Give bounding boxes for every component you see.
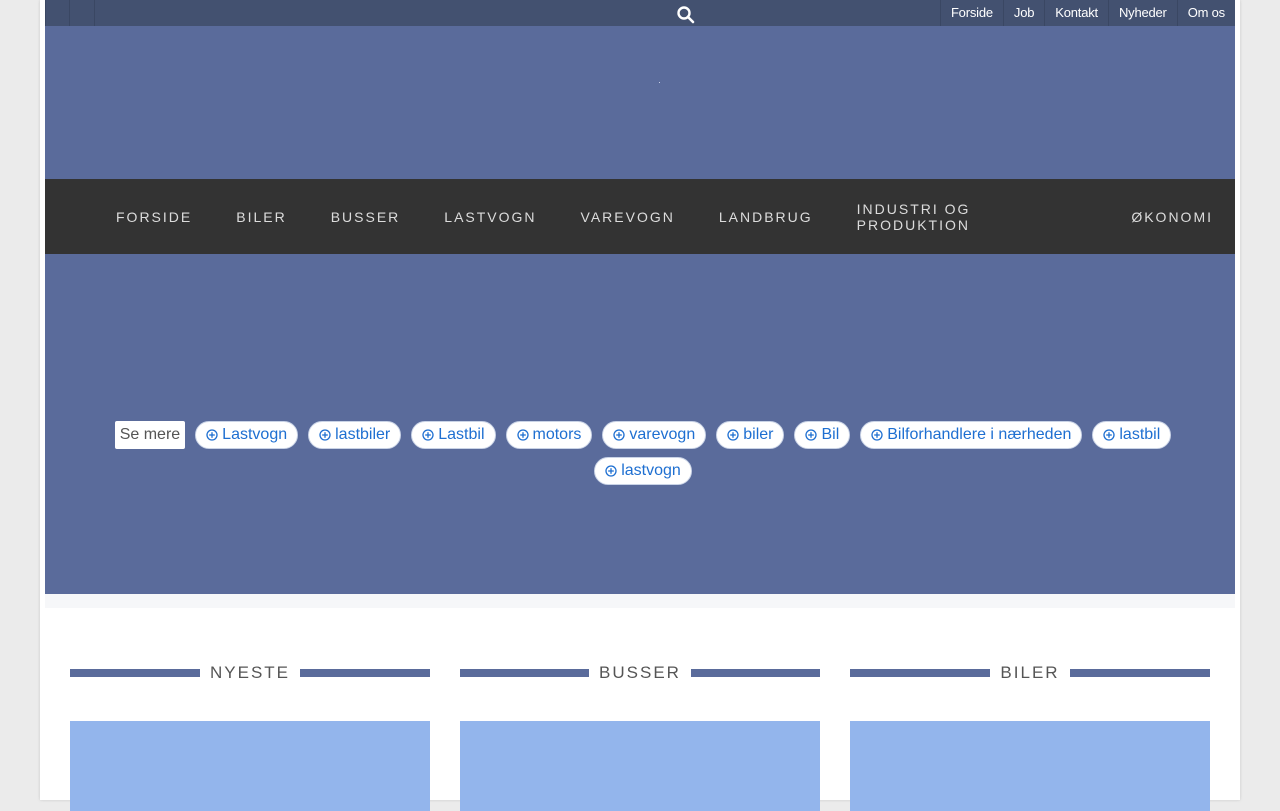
main-navigation: FORSIDE BILER BUSSER LASTVOGN VAREVOGN L…	[45, 170, 1235, 254]
tag-label: varevogn	[629, 426, 696, 443]
tag-label: Lastvogn	[222, 426, 288, 443]
plus-circle-icon	[1103, 429, 1116, 441]
topbar-divider	[45, 0, 46, 26]
plus-circle-icon	[319, 429, 331, 441]
tag-chip[interactable]: lastbiler	[308, 421, 402, 449]
nav-item-landbrug[interactable]: LANDBRUG	[697, 209, 835, 225]
tag-section: Se mere Lastvogn lastbiler Lastbil motor…	[45, 254, 1235, 594]
tag-chip[interactable]: biler	[716, 421, 785, 449]
see-more-label: Se mere	[114, 421, 186, 449]
article-thumbnail[interactable]	[850, 721, 1210, 811]
nav-item-forside[interactable]: FORSIDE	[94, 170, 214, 225]
tag-chip[interactable]: Bilforhandlere i nærheden	[860, 421, 1083, 449]
tag-list: Se mere Lastvogn lastbiler Lastbil motor…	[93, 421, 1193, 485]
article-thumbnail[interactable]	[460, 721, 820, 811]
site-header	[45, 26, 1235, 179]
heading-bar	[1066, 669, 1210, 677]
column-heading: BUSSER	[460, 660, 820, 686]
heading-bar	[70, 669, 205, 677]
heading-bar	[460, 669, 594, 677]
plus-circle-icon	[871, 429, 883, 441]
tag-label: lastbiler	[335, 426, 391, 443]
top-links: Forside Job Kontakt Nyheder Om os	[939, 0, 1235, 26]
nav-item-busser[interactable]: BUSSER	[309, 209, 423, 225]
header-logo-placeholder	[659, 82, 660, 83]
nav-item-lastvogn[interactable]: LASTVOGN	[422, 209, 558, 225]
tag-label: biler	[743, 426, 774, 443]
article-thumbnail[interactable]	[70, 721, 430, 811]
top-link-job[interactable]: Job	[1002, 0, 1044, 26]
top-link-om-os[interactable]: Om os	[1176, 0, 1235, 26]
plus-circle-icon	[206, 429, 218, 441]
tag-chip[interactable]: varevogn	[602, 421, 707, 449]
column-heading: NYESTE	[70, 660, 430, 686]
plus-circle-icon	[613, 429, 626, 441]
column-title: BUSSER	[589, 663, 691, 683]
tag-chip[interactable]: motors	[505, 421, 593, 449]
column-nyeste: NYESTE	[70, 660, 430, 811]
top-link-forside[interactable]: Forside	[939, 0, 1003, 26]
top-bar: Forside Job Kontakt Nyheder Om os	[45, 0, 1235, 26]
tag-label: Bilforhandlere i nærheden	[887, 426, 1072, 443]
nav-item-industri[interactable]: INDUSTRI OG PRODUKTION	[835, 201, 1110, 233]
plus-circle-icon	[422, 429, 434, 441]
tag-label: motors	[532, 426, 582, 443]
tag-chip[interactable]: Lastbil	[411, 421, 496, 449]
column-heading: BILER	[850, 660, 1210, 686]
tag-chip[interactable]: Bil	[794, 421, 851, 449]
search-icon[interactable]	[676, 5, 696, 25]
plus-circle-icon	[805, 429, 818, 441]
column-biler: BILER	[850, 660, 1210, 811]
tag-chip[interactable]: lastbil	[1092, 421, 1172, 449]
section-divider-strip	[45, 594, 1235, 608]
nav-item-biler[interactable]: BILER	[214, 209, 308, 225]
heading-bar	[296, 669, 430, 677]
tag-label: Bil	[821, 426, 840, 443]
top-link-nyheder[interactable]: Nyheder	[1107, 0, 1177, 26]
plus-circle-icon	[516, 429, 529, 441]
nav-item-okonomi[interactable]: ØKONOMI	[1109, 209, 1235, 225]
column-title: BILER	[990, 663, 1070, 683]
plus-circle-icon	[727, 429, 739, 441]
tag-label: Lastbil	[438, 426, 485, 443]
plus-circle-icon	[605, 465, 617, 477]
heading-bar	[687, 669, 820, 677]
tag-chip[interactable]: Lastvogn	[195, 421, 299, 449]
column-busser: BUSSER	[460, 660, 820, 811]
tag-label: lastbil	[1119, 426, 1161, 443]
tag-chip[interactable]: lastvogn	[594, 457, 692, 485]
tag-label: lastvogn	[621, 462, 681, 479]
nav-item-varevogn[interactable]: VAREVOGN	[559, 209, 697, 225]
heading-bar	[850, 669, 994, 677]
top-link-kontakt[interactable]: Kontakt	[1044, 0, 1108, 26]
column-title: NYESTE	[199, 663, 301, 683]
topbar-divider	[69, 0, 70, 26]
topbar-divider	[94, 0, 95, 26]
